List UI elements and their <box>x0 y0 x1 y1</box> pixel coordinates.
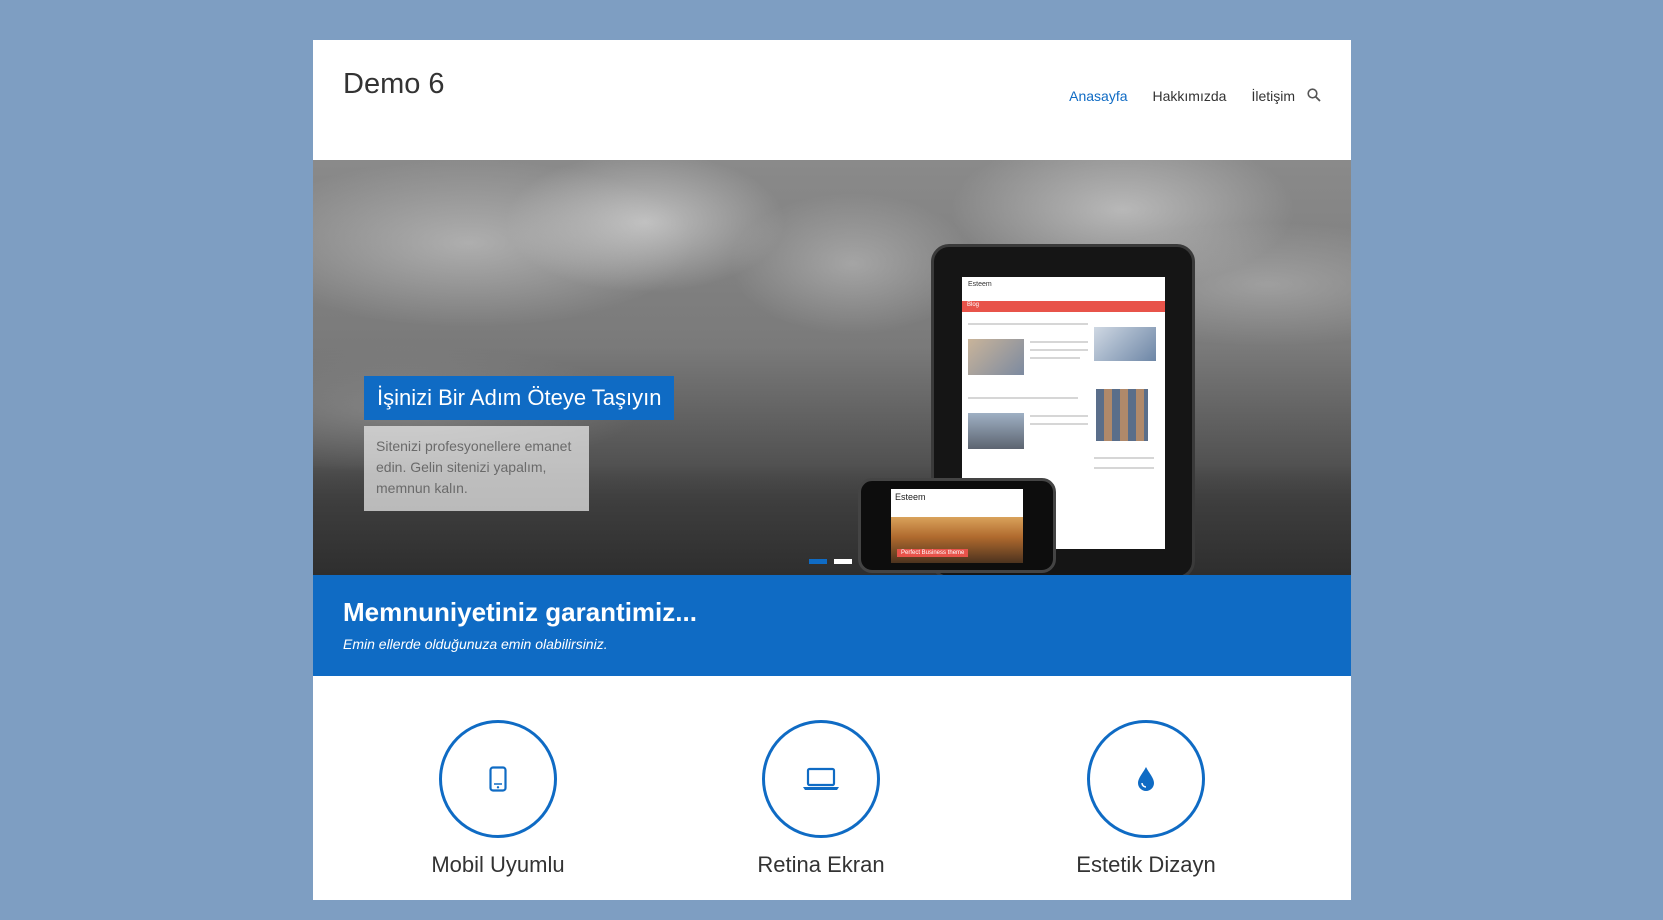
feature-estetik-dizayn: Estetik Dizayn <box>1036 720 1256 878</box>
tablet-screen-title: Esteem <box>968 281 992 288</box>
screen-line <box>1030 341 1088 343</box>
features-section: Mobil Uyumlu Retina Ekran Estetik Dizayn <box>313 720 1351 920</box>
feature-circle[interactable] <box>762 720 880 838</box>
feature-circle[interactable] <box>439 720 557 838</box>
screen-line <box>1030 415 1088 417</box>
slide-title: İşinizi Bir Adım Öteye Taşıyın <box>364 376 675 420</box>
feature-title: Mobil Uyumlu <box>431 852 565 877</box>
banner-subtitle: Emin ellerde olduğunuza emin olabilirsin… <box>343 636 608 652</box>
tablet-screen-bar: Blog <box>962 301 1165 312</box>
laptop-icon <box>803 767 839 790</box>
screen-line <box>968 323 1088 325</box>
slider-dot-1[interactable] <box>809 559 827 564</box>
screen-line <box>1094 467 1154 469</box>
screen-thumbnail <box>1096 389 1148 441</box>
screen-line <box>1030 423 1088 425</box>
screen-line <box>1030 357 1080 359</box>
site-title[interactable]: Demo 6 <box>343 68 445 101</box>
screen-line <box>1094 457 1154 459</box>
screen-thumbnail <box>968 339 1024 375</box>
promo-banner: Memnuniyetiniz garantimiz... Emin ellerd… <box>313 575 1351 676</box>
site-header: Demo 6 Anasayfa Hakkımızda İletişim <box>313 40 1351 160</box>
phone-image: Esteem Perfect Business theme <box>858 478 1056 573</box>
page-container: Demo 6 Anasayfa Hakkımızda İletişim Este… <box>313 40 1351 900</box>
feature-title: Retina Ekran <box>757 852 885 877</box>
feature-mobil-uyumlu: Mobil Uyumlu <box>388 720 608 878</box>
slide-description: Sitenizi profesyonellere emanet edin. Ge… <box>364 426 589 511</box>
search-icon[interactable] <box>1307 88 1323 104</box>
mobile-icon <box>489 766 507 792</box>
nav-item-iletisim[interactable]: İletişim <box>1251 88 1295 104</box>
slider-dot-2[interactable] <box>834 559 852 564</box>
phone-screen-badge: Perfect Business theme <box>897 549 969 557</box>
nav-item-hakkimizda[interactable]: Hakkımızda <box>1153 88 1227 104</box>
screen-line <box>1030 349 1088 351</box>
feature-circle[interactable] <box>1087 720 1205 838</box>
hero-slider: Esteem Blog Esteem Perfect Business them… <box>313 160 1351 575</box>
screen-line <box>968 397 1078 399</box>
feature-retina-ekran: Retina Ekran <box>711 720 931 878</box>
phone-screen-title: Esteem <box>895 492 926 502</box>
slider-pagination <box>809 559 859 564</box>
nav-item-anasayfa[interactable]: Anasayfa <box>1069 88 1127 104</box>
banner-title: Memnuniyetiniz garantimiz... <box>343 597 697 627</box>
phone-screen: Esteem Perfect Business theme <box>891 489 1023 563</box>
drop-icon <box>1138 767 1154 791</box>
tablet-screen-bar-label: Blog <box>967 302 980 308</box>
feature-title: Estetik Dizayn <box>1076 852 1216 877</box>
screen-thumbnail <box>968 413 1024 449</box>
screen-thumbnail <box>1094 327 1156 361</box>
main-nav: Anasayfa Hakkımızda İletişim <box>1044 88 1323 104</box>
